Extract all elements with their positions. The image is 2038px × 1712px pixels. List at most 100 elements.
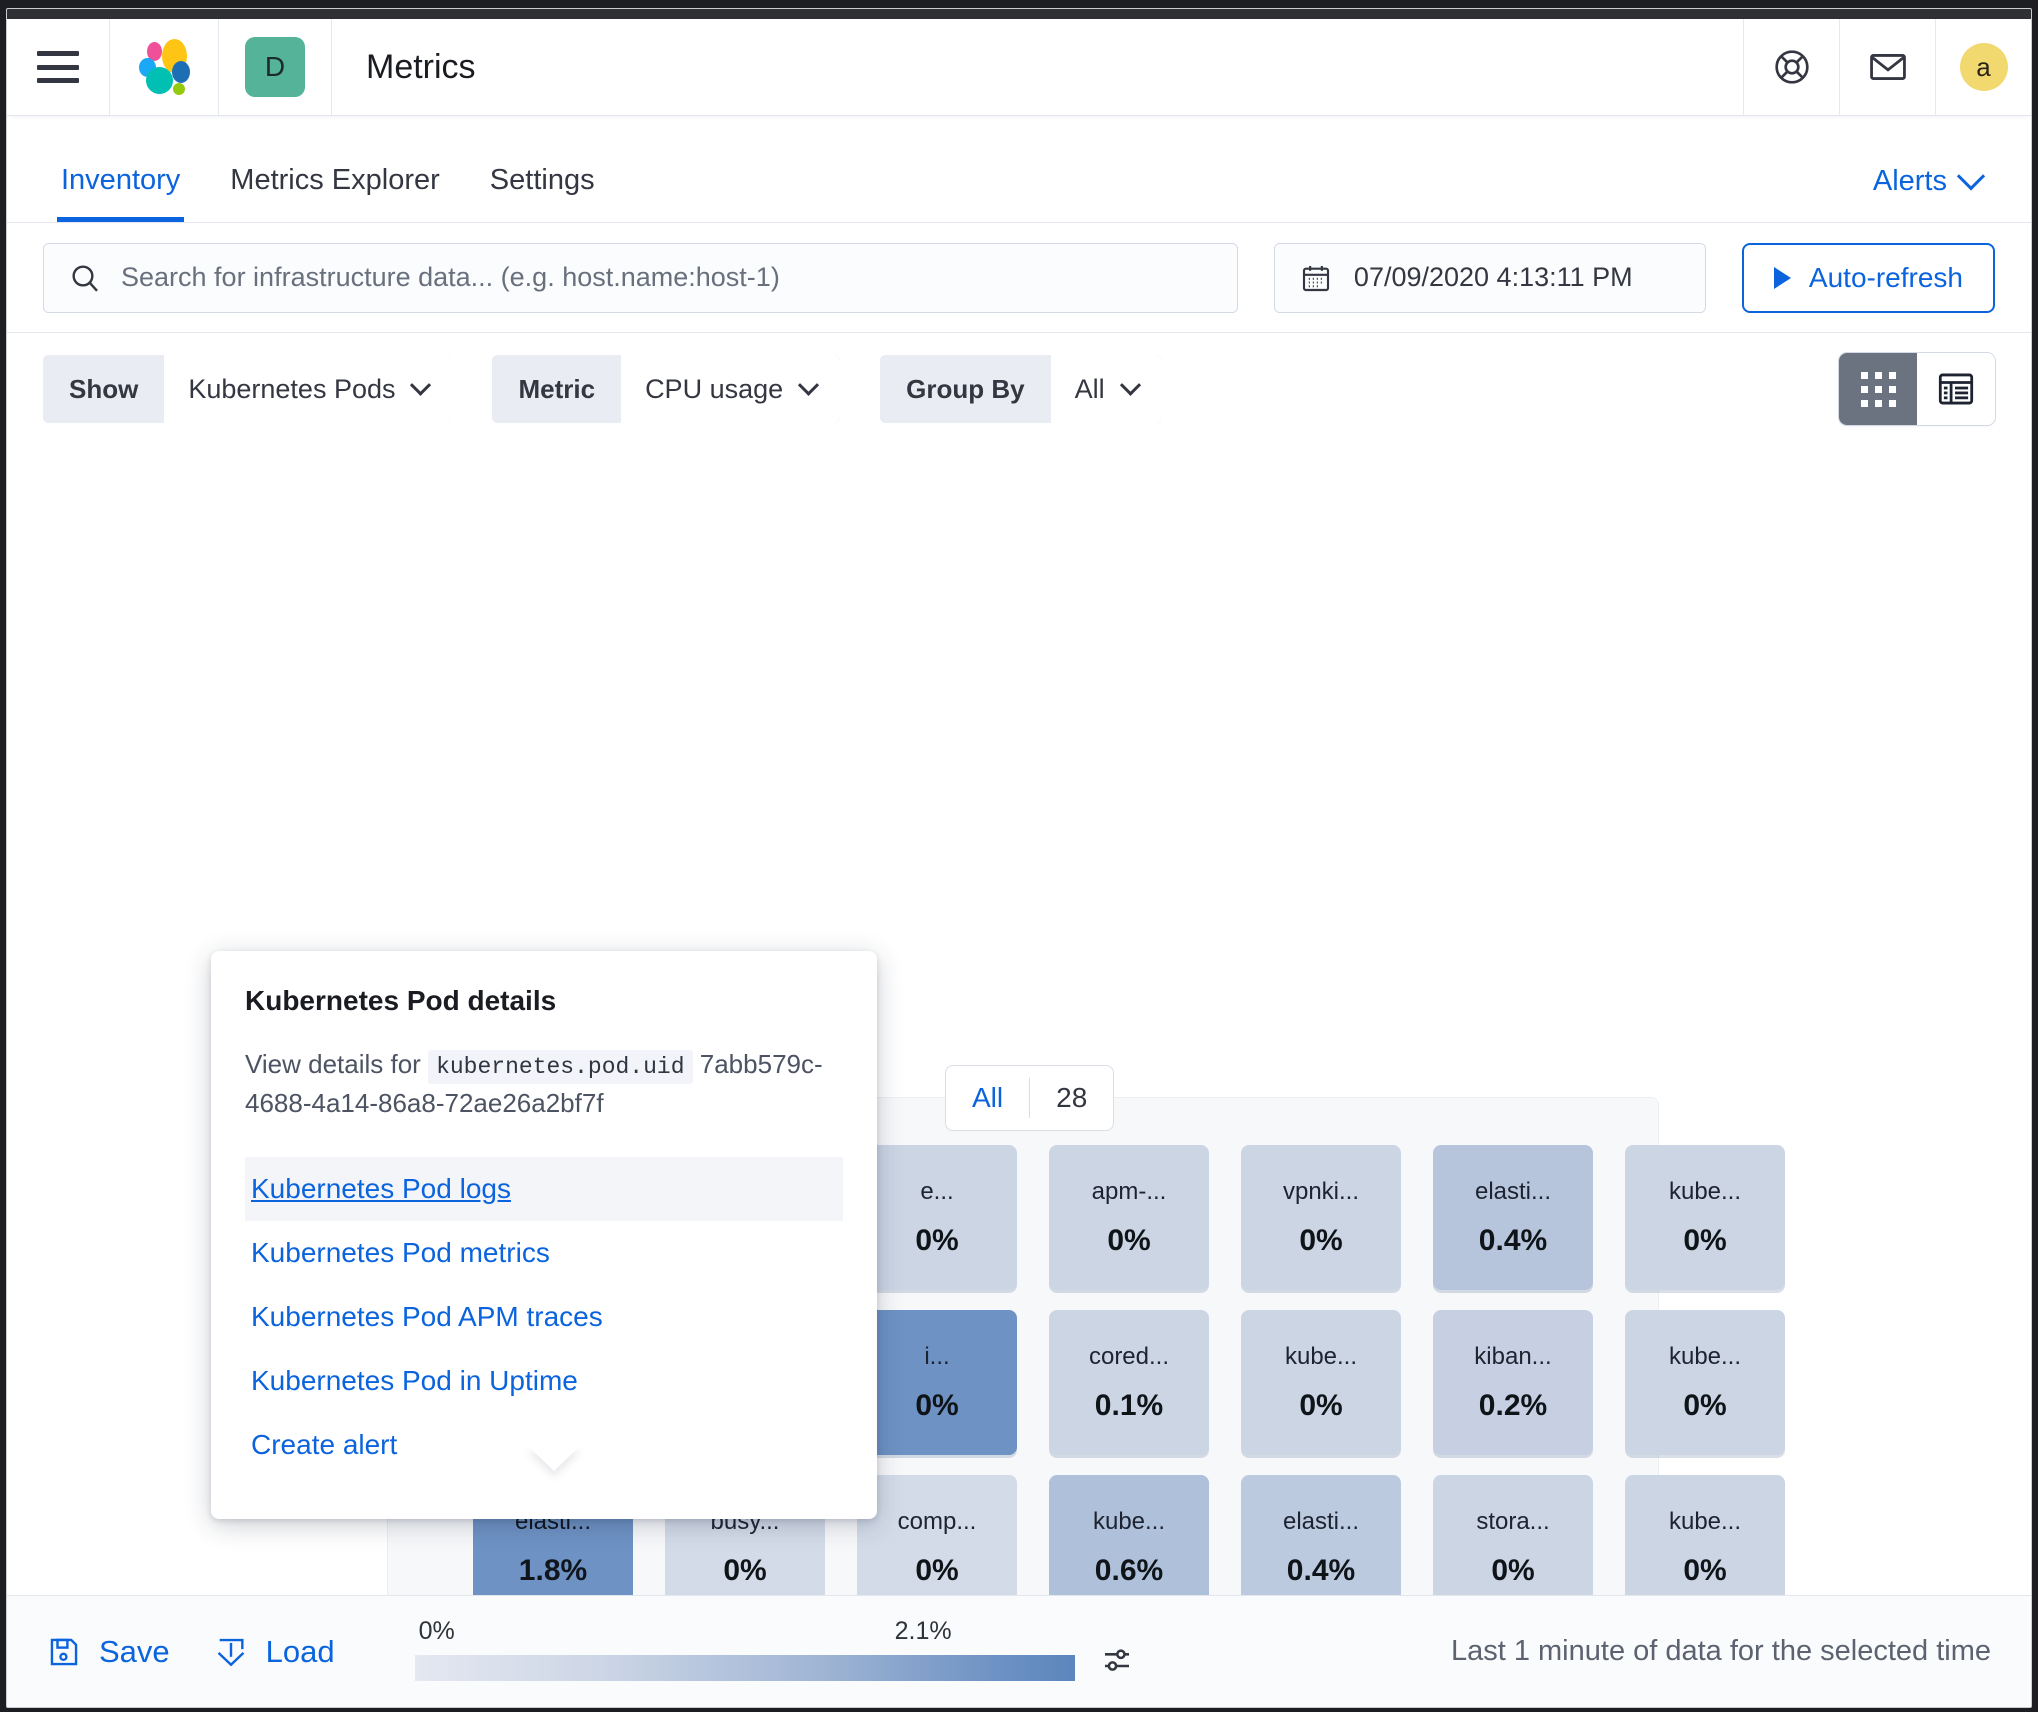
- user-menu-button[interactable]: a: [1935, 19, 2031, 115]
- group-by-label: Group By: [880, 355, 1051, 423]
- chevron-down-icon: [1956, 161, 1986, 190]
- alerts-label: Alerts: [1872, 165, 1947, 197]
- waffle-cell[interactable]: e... 0%: [857, 1145, 1017, 1290]
- load-label: Load: [265, 1633, 335, 1669]
- popover-link[interactable]: Kubernetes Pod logs: [245, 1156, 843, 1221]
- auto-refresh-label: Auto-refresh: [1808, 261, 1963, 293]
- page-title: Metrics: [366, 47, 476, 86]
- waffle-cell-value: 0.2%: [1478, 1388, 1548, 1422]
- popover-tail: [527, 1445, 581, 1471]
- waffle-cell[interactable]: elasti... 0.4%: [1241, 1475, 1401, 1595]
- waffle-cell-value: 0%: [1491, 1553, 1535, 1587]
- space-badge: D: [245, 37, 305, 97]
- primary-tab-bar: Inventory Metrics Explorer Settings Aler…: [7, 115, 2031, 223]
- legend-settings-button[interactable]: [1099, 1642, 1135, 1683]
- tab-list: Inventory Metrics Explorer Settings: [57, 166, 599, 222]
- waffle-cell[interactable]: kube... 0%: [1625, 1310, 1785, 1455]
- waffle-cell[interactable]: kiban... 0.2%: [1433, 1310, 1593, 1455]
- calendar-icon: [1302, 265, 1329, 291]
- waffle-cell-name: apm-...: [1091, 1177, 1167, 1205]
- group-by-control: Group By All: [880, 355, 1162, 423]
- save-label: Save: [99, 1633, 170, 1669]
- waffle-cell[interactable]: apm-... 0%: [1049, 1145, 1209, 1290]
- waffle-cell[interactable]: kube... 0%: [1625, 1475, 1785, 1595]
- load-view-button[interactable]: Load: [214, 1634, 335, 1670]
- alerts-dropdown-button[interactable]: Alerts: [1872, 161, 1986, 222]
- date-range-picker[interactable]: 07/09/2020 4:13:11 PM: [1273, 242, 1706, 313]
- header-spacer: [476, 19, 1743, 115]
- bottom-bar: Save Load 0% 2.1% Last 1 minute of data …: [7, 1595, 2031, 1707]
- popover-link[interactable]: Kubernetes Pod APM traces: [245, 1285, 843, 1349]
- waffle-cell[interactable]: kube... 0%: [1625, 1145, 1785, 1290]
- waffle-cell[interactable]: comp... 0%: [857, 1475, 1017, 1595]
- save-view-button[interactable]: Save: [47, 1634, 170, 1670]
- metric-value: CPU usage: [645, 373, 784, 404]
- show-label: Show: [43, 355, 165, 423]
- waffle-cell-name: kube...: [1284, 1342, 1358, 1370]
- popover-link-list: Kubernetes Pod logs Kubernetes Pod metric…: [245, 1156, 843, 1477]
- popover-field-name: kubernetes.pod.uid: [428, 1050, 693, 1084]
- waffle-cell-value: 1.8%: [518, 1553, 588, 1587]
- hamburger-menu-icon: [37, 51, 79, 83]
- waffle-cell-value: 0%: [1683, 1223, 1727, 1257]
- popover-link[interactable]: Kubernetes Pod in Uptime: [245, 1349, 843, 1413]
- play-icon: [1773, 266, 1791, 289]
- space-selector-button[interactable]: D: [219, 19, 332, 115]
- global-header: D Metrics a: [7, 19, 2031, 115]
- waffle-cell[interactable]: elasti... 0.4%: [1433, 1145, 1593, 1290]
- waffle-cell[interactable]: cored... 0.1%: [1049, 1310, 1209, 1455]
- waffle-cell-value: 0%: [915, 1223, 959, 1257]
- grid-dots-icon: [1860, 371, 1896, 407]
- waffle-cell-value: 0.1%: [1094, 1388, 1164, 1422]
- view-toggle-group: [1839, 353, 1995, 425]
- tab-inventory[interactable]: Inventory: [57, 166, 185, 222]
- waffle-map-view-button[interactable]: [1839, 353, 1917, 425]
- table-icon: [1938, 373, 1974, 405]
- data-time-status: Last 1 minute of data for the selected t…: [1450, 1635, 1991, 1667]
- metrics-app-window: D Metrics a Inventory Metrics Explorer S…: [6, 8, 2032, 1708]
- show-value: Kubernetes Pods: [188, 373, 396, 404]
- tab-metrics-explorer[interactable]: Metrics Explorer: [226, 166, 444, 222]
- show-select[interactable]: Kubernetes Pods: [164, 355, 453, 423]
- save-disk-icon: [50, 1638, 78, 1665]
- waffle-cell-name: kube...: [1668, 1507, 1742, 1535]
- waffle-cell[interactable]: stora... 0%: [1433, 1475, 1593, 1595]
- avatar: a: [1959, 43, 2008, 91]
- auto-refresh-button[interactable]: Auto-refresh: [1741, 242, 1995, 313]
- sliders-icon: [1104, 1648, 1129, 1671]
- menu-toggle-button[interactable]: [7, 19, 110, 115]
- help-button[interactable]: [1743, 19, 1839, 115]
- search-placeholder: Search for infrastructure data... (e.g. …: [121, 262, 780, 292]
- waffle-cell-name: vpnki...: [1282, 1177, 1360, 1205]
- waffle-cell[interactable]: kube... 0.6%: [1049, 1475, 1209, 1595]
- waffle-cell-name: elasti...: [1474, 1177, 1552, 1205]
- waffle-cell-value: 0%: [1299, 1223, 1343, 1257]
- waffle-cell-value: 0%: [1683, 1553, 1727, 1587]
- search-icon: [72, 264, 98, 292]
- waffle-cell-value: 0%: [1107, 1223, 1151, 1257]
- popover-desc-prefix: View details for: [245, 1049, 421, 1079]
- elastic-home-link[interactable]: [110, 19, 219, 115]
- popover-link[interactable]: Kubernetes Pod metrics: [245, 1221, 843, 1285]
- waffle-cell-value: 0.4%: [1286, 1553, 1356, 1587]
- waffle-cell-name: stora...: [1476, 1507, 1550, 1535]
- group-by-select[interactable]: All: [1050, 355, 1162, 423]
- waffle-cell[interactable]: kube... 0%: [1241, 1310, 1401, 1455]
- tab-settings[interactable]: Settings: [486, 166, 599, 222]
- table-view-button[interactable]: [1917, 353, 1995, 425]
- waffle-cell[interactable]: i... 0%: [857, 1310, 1017, 1455]
- group-by-value: All: [1074, 373, 1105, 404]
- date-range-value: 07/09/2020 4:13:11 PM: [1353, 262, 1633, 292]
- waffle-cell-value: 0%: [1683, 1388, 1727, 1422]
- popover-title: Kubernetes Pod details: [245, 985, 557, 1016]
- metric-control: Metric CPU usage: [492, 355, 841, 423]
- group-header-badge[interactable]: All 28: [945, 1065, 1115, 1131]
- waffle-cell-name: kube...: [1668, 1342, 1742, 1370]
- metric-select[interactable]: CPU usage: [621, 355, 841, 423]
- waffle-cell[interactable]: vpnki... 0%: [1241, 1145, 1401, 1290]
- inventory-controls-row: Show Kubernetes Pods Metric CPU usage Gr…: [7, 333, 2031, 445]
- waffle-cell-name: i...: [924, 1342, 950, 1370]
- search-input[interactable]: Search for infrastructure data... (e.g. …: [43, 242, 1238, 313]
- news-feed-button[interactable]: [1839, 19, 1935, 115]
- legend-max-label: 2.1%: [894, 1616, 952, 1645]
